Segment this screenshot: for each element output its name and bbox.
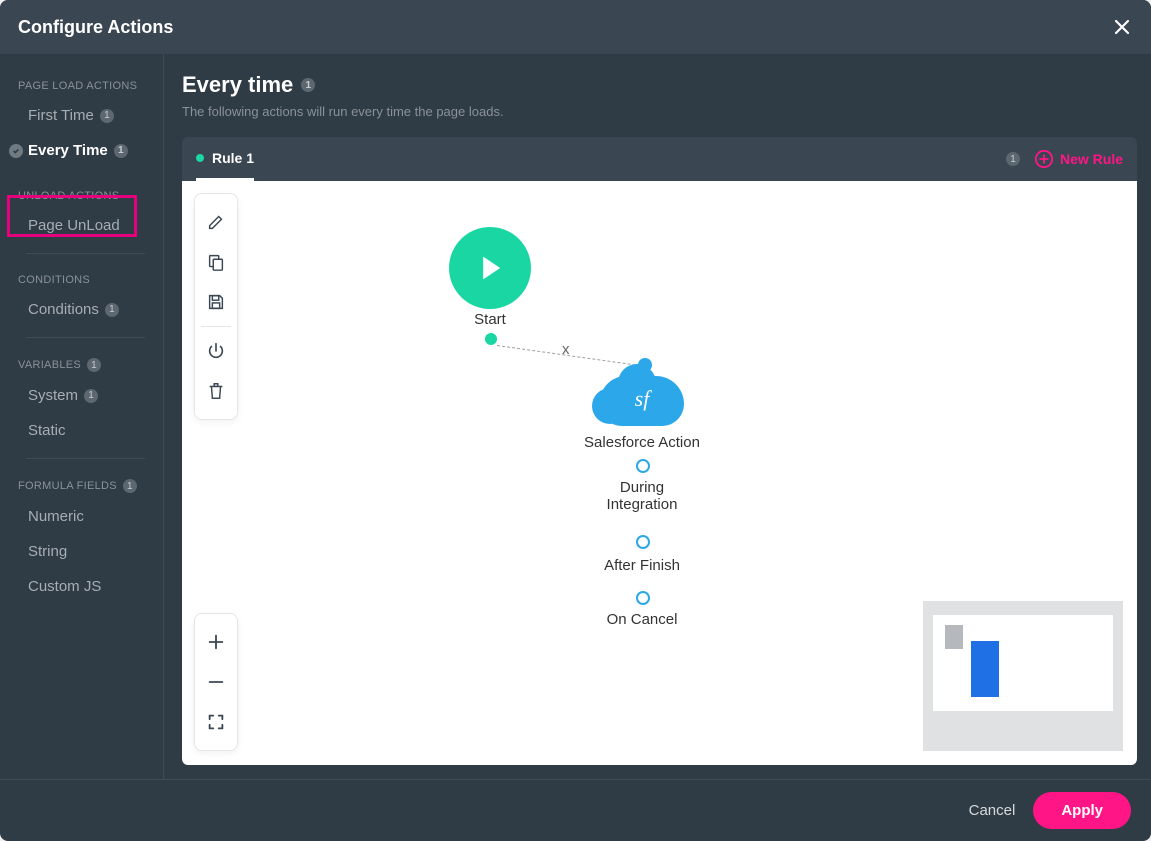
page-subtitle: The following actions will run every tim… (182, 104, 1137, 119)
canvas-toolbar (194, 193, 238, 420)
sidebar-item-first-time[interactable]: First Time 1 (0, 98, 163, 133)
sidebar-group-page-load: PAGE LOAD ACTIONS (0, 74, 163, 98)
start-output-port[interactable] (485, 333, 497, 345)
salesforce-icon: sf (600, 386, 684, 412)
salesforce-node-label: Salesforce Action (580, 434, 704, 451)
sidebar-item-string[interactable]: String (0, 534, 163, 569)
divider (26, 458, 145, 459)
flow-canvas[interactable]: Start x sf Salesforce Action DuringInteg… (182, 181, 1137, 765)
sidebar-item-label: Custom JS (28, 578, 101, 595)
sidebar-group-formula: FORMULA FIELDS 1 (0, 473, 163, 499)
start-node[interactable] (449, 227, 531, 309)
port-during-integration[interactable] (636, 459, 650, 473)
sidebar-item-label: First Time (28, 107, 94, 124)
page-title: Every time 1 (182, 72, 1137, 98)
apply-button[interactable]: Apply (1033, 792, 1131, 829)
sidebar-item-static[interactable]: Static (0, 413, 163, 448)
sidebar-item-label: Numeric (28, 508, 84, 525)
sidebar-item-every-time[interactable]: Every Time 1 (0, 133, 163, 168)
zoom-out-icon[interactable] (198, 662, 234, 702)
sidebar-item-label: Every Time (28, 142, 108, 159)
sidebar-item-custom-js[interactable]: Custom JS (0, 569, 163, 604)
count-badge: 1 (114, 144, 128, 158)
sidebar-group-conditions: CONDITIONS (0, 268, 163, 292)
cancel-button[interactable]: Cancel (969, 802, 1016, 819)
divider (26, 337, 145, 338)
zoom-in-icon[interactable] (198, 622, 234, 662)
power-icon[interactable] (198, 331, 234, 371)
port-after-finish[interactable] (636, 535, 650, 549)
rules-tab-bar: Rule 1 1 New Rule (182, 137, 1137, 181)
sidebar-item-label: Static (28, 422, 66, 439)
status-dot-icon (196, 154, 204, 162)
minimap-node (971, 641, 999, 697)
count-badge: 1 (105, 303, 119, 317)
slot-label-during-integration: DuringIntegration (580, 479, 704, 513)
configure-actions-modal: Configure Actions PAGE LOAD ACTIONS Firs… (0, 0, 1151, 841)
sidebar-group-variables: VARIABLES 1 (0, 352, 163, 378)
sidebar-item-conditions[interactable]: Conditions 1 (0, 292, 163, 327)
close-icon[interactable] (1111, 16, 1133, 38)
slot-label-on-cancel: On Cancel (580, 611, 704, 628)
minimap[interactable] (923, 601, 1123, 751)
minimap-node (945, 625, 963, 649)
modal-header: Configure Actions (0, 0, 1151, 54)
edge-delete-icon[interactable]: x (562, 341, 570, 358)
minimap-viewport (933, 615, 1113, 711)
start-node-label: Start (449, 311, 531, 328)
count-badge: 1 (84, 389, 98, 403)
check-icon (9, 144, 23, 158)
sidebar-item-system[interactable]: System 1 (0, 378, 163, 413)
sidebar-item-label: Page UnLoad (28, 217, 120, 234)
slot-label-after-finish: After Finish (580, 557, 704, 574)
divider (26, 253, 145, 254)
modal-title: Configure Actions (18, 17, 173, 38)
new-rule-button[interactable]: New Rule (1034, 149, 1123, 169)
count-badge: 1 (301, 78, 315, 92)
sidebar-item-label: Conditions (28, 301, 99, 318)
count-badge: 1 (87, 358, 101, 372)
tab-rule-1[interactable]: Rule 1 (196, 137, 254, 181)
new-rule-label: New Rule (1060, 151, 1123, 167)
sidebar-item-label: System (28, 387, 78, 404)
count-badge: 1 (1006, 152, 1020, 166)
sidebar-item-numeric[interactable]: Numeric (0, 499, 163, 534)
sidebar: PAGE LOAD ACTIONS First Time 1 Every Tim… (0, 54, 164, 779)
tab-label: Rule 1 (212, 150, 254, 166)
port-on-cancel[interactable] (636, 591, 650, 605)
zoom-toolbar (194, 613, 238, 751)
flow-edge[interactable] (497, 345, 646, 367)
copy-icon[interactable] (198, 242, 234, 282)
main-panel: Every time 1 The following actions will … (164, 54, 1151, 779)
trash-icon[interactable] (198, 371, 234, 411)
fullscreen-icon[interactable] (198, 702, 234, 742)
count-badge: 1 (100, 109, 114, 123)
sidebar-group-unload: UNLOAD ACTIONS (0, 184, 163, 208)
modal-footer: Cancel Apply (0, 779, 1151, 841)
sidebar-item-page-unload[interactable]: Page UnLoad (0, 208, 163, 243)
edit-icon[interactable] (198, 202, 234, 242)
count-badge: 1 (123, 479, 137, 493)
save-icon[interactable] (198, 282, 234, 322)
sidebar-item-label: String (28, 543, 67, 560)
